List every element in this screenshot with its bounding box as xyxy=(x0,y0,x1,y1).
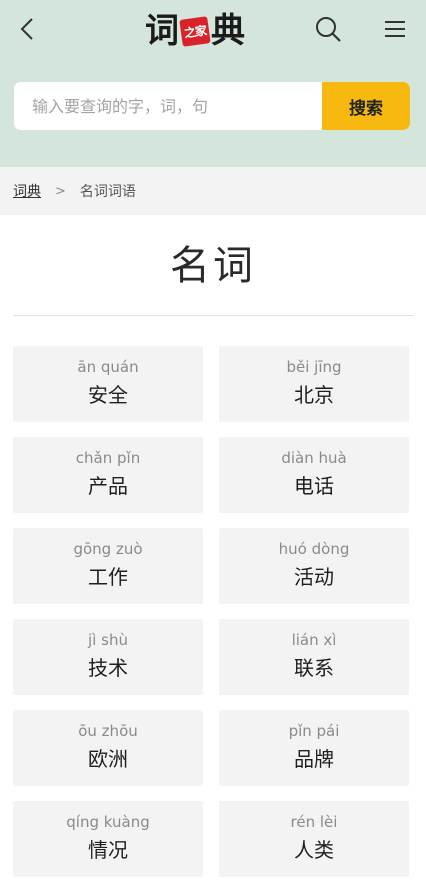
logo-badge: 之家 xyxy=(179,15,211,47)
search-icon xyxy=(316,17,341,42)
breadcrumb: 词典 > 名词词语 xyxy=(0,167,426,215)
search-toggle-button[interactable] xyxy=(312,13,344,45)
page-title: 名词 xyxy=(170,243,256,289)
word-card[interactable]: lián xì 联系 xyxy=(219,619,409,695)
word-card[interactable]: ōu zhōu 欧洲 xyxy=(13,710,203,786)
word-pinyin: qíng kuàng xyxy=(66,813,150,831)
word-pinyin: diàn huà xyxy=(281,449,347,467)
word-text: 产品 xyxy=(88,474,128,498)
word-pinyin: lián xì xyxy=(291,631,337,649)
word-text: 品牌 xyxy=(294,747,334,771)
word-card[interactable]: diàn huà 电话 xyxy=(219,437,409,513)
word-card[interactable]: pǐn pái 品牌 xyxy=(219,710,409,786)
word-text: 欧洲 xyxy=(88,747,128,771)
logo-char-dian: 典 xyxy=(211,11,246,51)
breadcrumb-home-link[interactable]: 词典 xyxy=(13,181,41,201)
search-bar: 搜索 xyxy=(14,82,410,130)
word-pinyin: ān quán xyxy=(77,358,139,376)
word-card[interactable]: běi jīng 北京 xyxy=(219,346,409,422)
word-text: 联系 xyxy=(294,656,334,680)
word-text: 人类 xyxy=(294,838,334,862)
word-pinyin: pǐn pái xyxy=(288,722,340,740)
back-arrow-icon xyxy=(20,18,33,40)
word-pinyin: huó dòng xyxy=(278,540,350,558)
breadcrumb-current: 名词词语 xyxy=(79,184,136,200)
word-text: 北京 xyxy=(294,383,334,407)
word-pinyin: běi jīng xyxy=(286,358,342,376)
word-pinyin: gōng zuò xyxy=(73,540,143,558)
word-grid: ān quán 安全 běi jīng 北京 chǎn pǐn 产品 diàn … xyxy=(0,316,426,877)
back-button[interactable] xyxy=(12,14,42,44)
word-text: 安全 xyxy=(88,383,128,407)
word-text: 技术 xyxy=(88,656,128,680)
hamburger-menu-icon xyxy=(385,21,405,37)
word-card[interactable]: gōng zuò 工作 xyxy=(13,528,203,604)
top-bar: 词 之家 典 xyxy=(0,0,426,66)
word-text: 情况 xyxy=(88,838,128,862)
search-button[interactable]: 搜索 xyxy=(322,82,410,130)
word-card[interactable]: huó dòng 活动 xyxy=(219,528,409,604)
word-card[interactable]: qíng kuàng 情况 xyxy=(13,801,203,877)
word-pinyin: jì shù xyxy=(88,631,128,649)
word-card[interactable]: jì shù 技术 xyxy=(13,619,203,695)
word-text: 活动 xyxy=(294,565,334,589)
logo-char-ci: 词 xyxy=(145,11,179,51)
word-pinyin: ōu zhōu xyxy=(78,722,138,740)
breadcrumb-separator: > xyxy=(55,183,66,199)
word-card[interactable]: rén lèi 人类 xyxy=(219,801,409,877)
menu-button[interactable] xyxy=(380,14,410,44)
search-input[interactable] xyxy=(14,82,322,130)
word-text: 电话 xyxy=(294,474,334,498)
site-logo[interactable]: 词 之家 典 xyxy=(145,8,245,54)
word-pinyin: rén lèi xyxy=(290,813,338,831)
word-card[interactable]: ān quán 安全 xyxy=(13,346,203,422)
word-text: 工作 xyxy=(88,565,128,589)
header: 词 之家 典 搜索 xyxy=(0,0,426,167)
word-pinyin: chǎn pǐn xyxy=(75,449,141,467)
word-card[interactable]: chǎn pǐn 产品 xyxy=(13,437,203,513)
